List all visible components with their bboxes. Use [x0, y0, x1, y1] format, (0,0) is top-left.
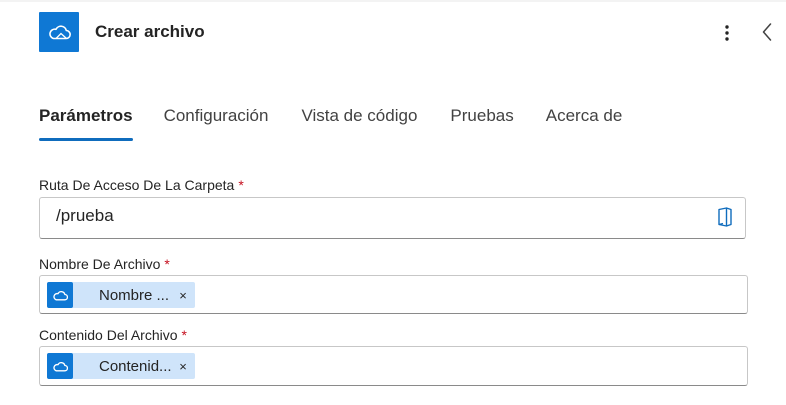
folder-browse-icon: [718, 207, 732, 227]
onedrive-cloud-icon: [47, 282, 73, 308]
create-file-panel: Crear archivo Parámetros Configuración V…: [0, 0, 786, 405]
tab-about[interactable]: Acerca de: [546, 104, 623, 144]
more-options-button[interactable]: [717, 22, 737, 44]
file-content-input[interactable]: Contenid... ×: [39, 346, 748, 386]
folder-path-value: /prueba: [56, 206, 114, 225]
required-marker: *: [181, 327, 187, 343]
file-content-label: Contenido Del Archivo *: [39, 327, 187, 343]
remove-token-button[interactable]: ×: [171, 359, 195, 374]
tab-parameters[interactable]: Parámetros: [39, 104, 133, 144]
file-name-label: Nombre De Archivo *: [39, 256, 170, 272]
token-label: Contenid...: [99, 357, 171, 375]
collapse-panel-button[interactable]: [756, 20, 778, 44]
token-label: Nombre ...: [99, 286, 170, 304]
required-marker: *: [164, 256, 170, 272]
tab-bar: Parámetros Configuración Vista de código…: [39, 104, 622, 144]
file-content-token[interactable]: Contenid... ×: [47, 353, 195, 379]
folder-path-input[interactable]: /prueba: [39, 197, 746, 239]
folder-browse-button[interactable]: [715, 206, 735, 228]
file-name-token[interactable]: Nombre ... ×: [47, 282, 195, 308]
folder-path-label: Ruta De Acceso De La Carpeta *: [39, 177, 244, 193]
onedrive-cloud-icon: [47, 353, 73, 379]
required-marker: *: [238, 177, 244, 193]
chevron-left-icon: [762, 23, 772, 41]
top-divider: [0, 0, 786, 2]
page-title: Crear archivo: [95, 22, 205, 41]
file-name-input[interactable]: Nombre ... ×: [39, 275, 748, 314]
onedrive-cloud-icon: [39, 12, 79, 52]
file-name-label-text: Nombre De Archivo: [39, 256, 161, 272]
tab-code-view[interactable]: Vista de código: [301, 104, 417, 144]
tab-settings[interactable]: Configuración: [164, 104, 269, 144]
folder-path-label-text: Ruta De Acceso De La Carpeta: [39, 177, 235, 193]
file-content-label-text: Contenido Del Archivo: [39, 327, 178, 343]
tab-testing[interactable]: Pruebas: [450, 104, 513, 144]
more-vertical-icon: [725, 25, 729, 41]
remove-token-button[interactable]: ×: [171, 288, 195, 303]
